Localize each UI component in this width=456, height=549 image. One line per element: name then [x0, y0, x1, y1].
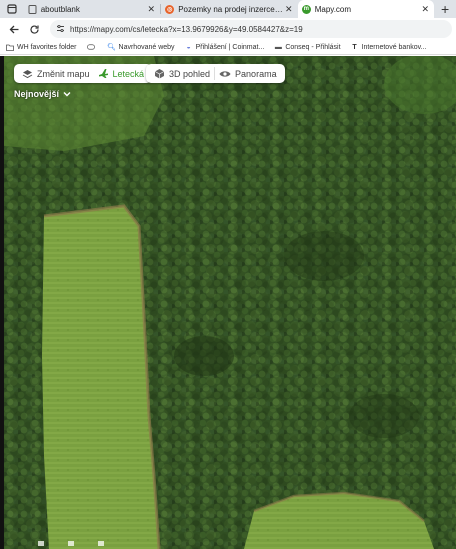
- view-switcher: 3D pohled Panorama: [146, 64, 285, 83]
- tab-actions-icon[interactable]: [0, 0, 24, 18]
- close-icon[interactable]: ✕: [420, 4, 430, 15]
- bookmark-label: Conseq - Přihlásit: [285, 43, 341, 51]
- address-bar[interactable]: https://mapy.com/cs/letecka?x=13.9679926…: [50, 20, 452, 38]
- bookmark-wh-favorites[interactable]: WH favorites folder: [6, 43, 77, 51]
- back-button[interactable]: [4, 19, 24, 39]
- layers-icon: [22, 69, 33, 79]
- tab-aboutblank[interactable]: aboutblank ✕: [24, 0, 161, 18]
- close-icon[interactable]: ✕: [146, 4, 156, 15]
- view-3d-label: 3D pohled: [169, 68, 211, 79]
- view-3d-button[interactable]: 3D pohled: [150, 65, 214, 82]
- change-map-label: Změnit mapu: [37, 68, 90, 79]
- search-icon: 🔍︎: [107, 44, 116, 51]
- eye-icon: [219, 70, 231, 78]
- bookmark-device[interactable]: [86, 43, 98, 51]
- panorama-button[interactable]: Panorama: [215, 65, 281, 82]
- aerial-imagery: [4, 56, 456, 549]
- tab-mapy[interactable]: m Mapy.com ✕: [297, 0, 435, 18]
- cube-icon: [154, 68, 165, 79]
- site-info-icon[interactable]: [56, 24, 65, 35]
- bookmark-conseq[interactable]: ▬ Conseq - Přihlásit: [274, 43, 341, 51]
- bookmark-label: WH favorites folder: [17, 43, 77, 51]
- tab-title: Mapy.com: [314, 4, 352, 14]
- bookmark-coinmate[interactable]: ◒ Přihlášení | Coinmat...: [185, 43, 265, 51]
- map-footer-icons: [38, 541, 104, 546]
- coin-icon: ◒: [186, 43, 191, 51]
- reload-button[interactable]: [24, 19, 44, 39]
- chevron-down-icon: [63, 89, 71, 99]
- close-icon[interactable]: ✕: [284, 4, 294, 15]
- aerial-button[interactable]: Letecká: [94, 65, 149, 82]
- imagery-date-dropdown[interactable]: Nejnovější: [14, 89, 71, 99]
- map-type-switcher: Změnit mapu Letecká: [14, 64, 153, 83]
- bookmark-navrhovane[interactable]: 🔍︎ Navrhované weby: [107, 43, 175, 52]
- url-text: https://mapy.com/cs/letecka?x=13.9679926…: [70, 24, 303, 34]
- tab-title: Pozemky na prodej inzerce - Real: [178, 4, 284, 14]
- airplane-icon: [98, 68, 109, 79]
- panorama-label: Panorama: [235, 68, 277, 79]
- new-tab-button[interactable]: +: [434, 0, 456, 18]
- tab-title: aboutblank: [40, 4, 80, 14]
- imagery-date-label: Nejnovější: [14, 89, 60, 99]
- bookmark-label: Internetové bankov...: [361, 43, 427, 51]
- navigation-bar: https://mapy.com/cs/letecka?x=13.9679926…: [0, 18, 456, 40]
- blank-page-icon: [28, 4, 37, 14]
- reload-icon: [29, 24, 39, 34]
- aerial-map[interactable]: Změnit mapu Letecká 3D pohled Panorama N…: [4, 56, 456, 549]
- back-arrow-icon: [9, 25, 18, 33]
- bookmark-device-icon: [86, 43, 95, 51]
- footer-icon[interactable]: [38, 541, 44, 546]
- bookmarks-bar: WH favorites folder 🔍︎ Navrhované weby ◒…: [0, 40, 456, 55]
- bank-icon: T: [352, 43, 357, 51]
- bookmark-label: Přihlášení | Coinmat...: [195, 43, 265, 51]
- folder-icon: [6, 43, 14, 51]
- change-map-button[interactable]: Změnit mapu: [18, 65, 94, 82]
- footer-icon[interactable]: [68, 541, 74, 546]
- bookmark-bank[interactable]: T Internetové bankov...: [351, 43, 427, 51]
- tab-pozemky[interactable]: ◎ Pozemky na prodej inzerce - Real ✕: [161, 0, 298, 18]
- conseq-icon: ▬: [274, 43, 282, 51]
- mapy-logo-icon: m: [301, 4, 311, 14]
- aerial-label: Letecká: [112, 68, 145, 79]
- bookmark-label: Navrhované weby: [118, 43, 175, 51]
- footer-icon[interactable]: [98, 541, 104, 546]
- sreality-icon: ◎: [165, 4, 175, 14]
- tab-strip: aboutblank ✕ ◎ Pozemky na prodej inzerce…: [0, 0, 456, 18]
